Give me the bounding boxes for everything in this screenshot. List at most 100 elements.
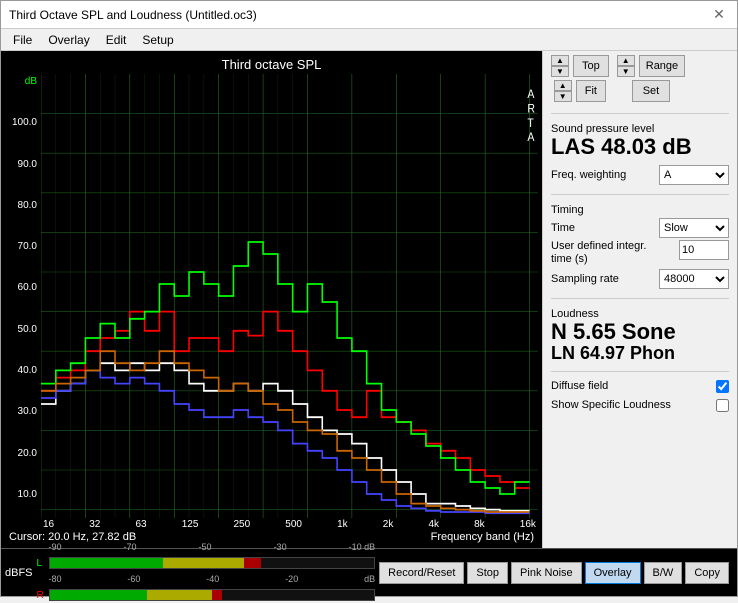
user-integr-input[interactable]	[679, 240, 729, 260]
timing-label: Timing	[551, 204, 729, 216]
meter-l-bar	[49, 557, 376, 569]
show-specific-checkbox[interactable]	[716, 399, 729, 412]
meter-r-label: R	[37, 590, 49, 601]
x-tick-16: 16	[43, 519, 54, 530]
meter-r-yellow	[147, 590, 212, 600]
close-button[interactable]: ✕	[709, 5, 729, 25]
x-tick-250: 250	[234, 519, 251, 530]
show-specific-label: Show Specific Loudness	[551, 399, 671, 411]
y-tick-0: dB	[7, 76, 37, 87]
spl-value: LAS 48.03 dB	[551, 135, 729, 159]
fit-spinner: ▲ ▼	[554, 80, 572, 102]
stop-button[interactable]: Stop	[467, 562, 508, 584]
tick-bot-0: -80	[49, 574, 62, 584]
fit-down-button[interactable]: ▼	[554, 91, 572, 102]
top-range-controls: ▲ ▼ Top ▲ ▼ Fit	[551, 55, 729, 102]
tick-top-0: -90	[49, 542, 62, 552]
top-up-button[interactable]: ▲	[551, 55, 569, 66]
range-row: ▲ ▼ Range	[617, 55, 685, 77]
x-tick-16k: 16k	[520, 519, 536, 530]
y-axis: dB 100.0 90.0 80.0 70.0 60.0 50.0 40.0 3…	[5, 74, 41, 518]
svg-text:A: A	[527, 88, 534, 101]
pink-noise-button[interactable]: Pink Noise	[511, 562, 582, 584]
x-tick-1k: 1k	[337, 519, 348, 530]
copy-button[interactable]: Copy	[685, 562, 729, 584]
menu-bar: File Overlay Edit Setup	[1, 29, 737, 51]
freq-weighting-select[interactable]: A C Z	[659, 165, 729, 185]
tick-bot-1: -60	[127, 574, 140, 584]
y-tick-1: 100.0	[7, 117, 37, 128]
meter-l-empty	[261, 558, 375, 568]
window-title: Third Octave SPL and Loudness (Untitled.…	[9, 8, 257, 22]
x-tick-500: 500	[285, 519, 302, 530]
range-button[interactable]: Range	[639, 55, 685, 77]
freq-band-label: Frequency band (Hz)	[431, 531, 534, 543]
dbfs-label: dBFS	[5, 567, 33, 579]
tick-bot-2: -40	[206, 574, 219, 584]
chart-title: Third octave SPL	[5, 55, 538, 74]
main-content: Third octave SPL dB 100.0 90.0 80.0 70.0…	[1, 51, 737, 548]
meter-ticks-bottom: -80 -60 -40 -20 dB	[37, 573, 376, 585]
time-label: Time	[551, 222, 575, 234]
y-tick-10: 10.0	[7, 489, 37, 500]
sampling-row: Sampling rate 48000 44100	[551, 269, 729, 289]
time-row: Time Slow Fast	[551, 218, 729, 238]
action-buttons: Record/Reset Stop Pink Noise Overlay B/W…	[375, 562, 733, 584]
meter-r-bar	[49, 589, 376, 601]
top-fit-group: ▲ ▼ Top ▲ ▼ Fit	[551, 55, 609, 102]
divider-1	[551, 113, 729, 114]
bottom-bar: dBFS -90 -70 -50 -30 -10 dB L	[1, 548, 737, 596]
set-row: Set	[632, 80, 671, 102]
show-specific-row: Show Specific Loudness	[551, 399, 729, 412]
chart-wrapper: dB 100.0 90.0 80.0 70.0 60.0 50.0 40.0 3…	[5, 74, 538, 518]
loudness-ln-value: LN 64.97 Phon	[551, 344, 729, 364]
set-button[interactable]: Set	[632, 80, 671, 102]
loudness-n-value: N 5.65 Sone	[551, 320, 729, 344]
overlay-button[interactable]: Overlay	[585, 562, 641, 584]
y-tick-9: 20.0	[7, 448, 37, 459]
divider-3	[551, 298, 729, 299]
meter-ticks-top: -90 -70 -50 -30 -10 dB	[37, 542, 376, 553]
spl-section: Sound pressure level LAS 48.03 dB	[551, 121, 729, 159]
top-spinner: ▲ ▼	[551, 55, 569, 77]
y-tick-3: 80.0	[7, 200, 37, 211]
meter-r-empty	[222, 590, 375, 600]
y-tick-8: 30.0	[7, 406, 37, 417]
menu-file[interactable]: File	[5, 31, 40, 49]
meter-r-red	[212, 590, 222, 600]
range-down-button[interactable]: ▼	[617, 66, 635, 77]
meter-l-yellow	[163, 558, 244, 568]
time-select[interactable]: Slow Fast	[659, 218, 729, 238]
diffuse-field-row: Diffuse field	[551, 380, 729, 393]
record-reset-button[interactable]: Record/Reset	[379, 562, 464, 584]
svg-text:R: R	[527, 103, 535, 116]
fit-button[interactable]: Fit	[576, 80, 606, 102]
menu-overlay[interactable]: Overlay	[40, 31, 97, 49]
meter-l-green	[50, 558, 164, 568]
x-tick-2k: 2k	[383, 519, 394, 530]
y-tick-5: 60.0	[7, 282, 37, 293]
divider-2	[551, 194, 729, 195]
range-up-button[interactable]: ▲	[617, 55, 635, 66]
bw-button[interactable]: B/W	[644, 562, 683, 584]
timing-section: Timing Time Slow Fast User defined integ…	[551, 202, 729, 290]
x-axis: 16 32 63 125 250 500 1k 2k 4k 8k 16k	[5, 518, 538, 530]
menu-edit[interactable]: Edit	[98, 31, 135, 49]
x-tick-8k: 8k	[474, 519, 485, 530]
diffuse-field-checkbox[interactable]	[716, 380, 729, 393]
loudness-section: Loudness N 5.65 Sone LN 64.97 Phon	[551, 306, 729, 364]
sampling-label: Sampling rate	[551, 273, 619, 285]
fit-up-button[interactable]: ▲	[554, 80, 572, 91]
tick-bot-3: -20	[285, 574, 298, 584]
top-button[interactable]: Top	[573, 55, 609, 77]
y-tick-2: 90.0	[7, 159, 37, 170]
freq-weighting-label: Freq. weighting	[551, 169, 626, 181]
x-tick-125: 125	[182, 519, 199, 530]
menu-setup[interactable]: Setup	[134, 31, 181, 49]
top-down-button[interactable]: ▼	[551, 66, 569, 77]
range-spinner: ▲ ▼	[617, 55, 635, 77]
sampling-select[interactable]: 48000 44100	[659, 269, 729, 289]
user-integr-row: User defined integr. time (s)	[551, 240, 729, 266]
meter-row-r: R	[37, 587, 376, 603]
chart-area: Third octave SPL dB 100.0 90.0 80.0 70.0…	[1, 51, 542, 548]
